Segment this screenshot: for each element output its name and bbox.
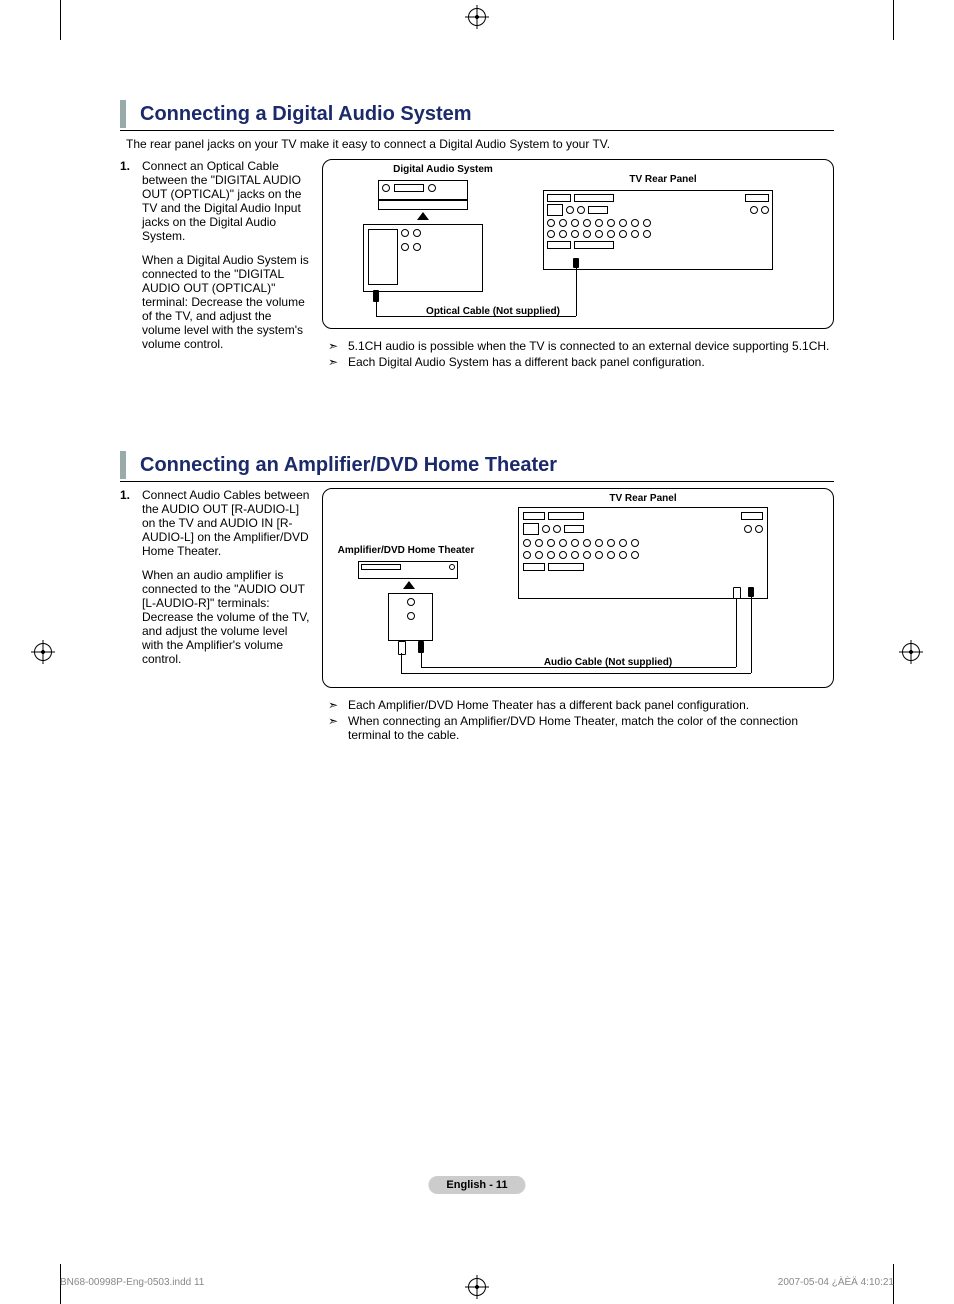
note-arrow-icon: ➣ (328, 339, 342, 353)
registration-mark-icon (34, 643, 52, 661)
registration-mark-icon (902, 643, 920, 661)
cable-plug-icon (373, 290, 379, 302)
page-number-pill: English - 11 (428, 1176, 525, 1194)
cable-plug-white-icon (398, 641, 406, 655)
audio-system-mid-icon (378, 200, 468, 210)
step-item: 1. Connect an Optical Cable between the … (120, 159, 310, 361)
steps-column: 1. Connect Audio Cables between the AUDI… (120, 488, 310, 686)
connection-diagram: Amplifier/DVD Home Theater TV Rear Panel (322, 488, 834, 688)
audio-system-top-icon (378, 180, 468, 200)
note-arrow-icon: ➣ (328, 698, 342, 712)
crop-mark (60, 0, 61, 40)
step-number: 1. (120, 159, 134, 361)
registration-mark-icon (468, 8, 486, 26)
crop-mark (893, 0, 894, 40)
diagram-column: Digital Audio System TV Rear Panel (322, 159, 834, 371)
step-text: Connect an Optical Cable between the "DI… (142, 159, 310, 243)
note-text: 5.1CH audio is possible when the TV is c… (348, 339, 829, 353)
audio-system-rear-icon (363, 224, 483, 292)
section-intro: The rear panel jacks on your TV make it … (126, 137, 834, 151)
note-item: ➣ Each Amplifier/DVD Home Theater has a … (328, 698, 834, 712)
tv-rear-panel-icon (518, 507, 768, 599)
step-text: When an audio amplifier is connected to … (142, 568, 310, 666)
step-item: 1. Connect Audio Cables between the AUDI… (120, 488, 310, 676)
registration-mark-icon (468, 1278, 486, 1296)
diagram-column: Amplifier/DVD Home Theater TV Rear Panel (322, 488, 834, 744)
step-text: When a Digital Audio System is connected… (142, 253, 310, 351)
note-item: ➣ 5.1CH audio is possible when the TV is… (328, 339, 834, 353)
section-digital-audio: Connecting a Digital Audio System The re… (120, 100, 834, 371)
diagram-label: TV Rear Panel (583, 493, 703, 504)
step-text: Connect Audio Cables between the AUDIO O… (142, 488, 310, 558)
arrow-up-icon (403, 581, 415, 589)
diagram-label: Digital Audio System (383, 164, 503, 175)
cable-label: Optical Cable (Not supplied) (413, 306, 573, 317)
heading-rule (120, 130, 834, 131)
section-amplifier: Connecting an Amplifier/DVD Home Theater… (120, 451, 834, 744)
section-heading: Connecting an Amplifier/DVD Home Theater (120, 451, 834, 479)
manual-page: Connecting a Digital Audio System The re… (0, 0, 954, 1304)
footer-filename: BN68-00998P-Eng-0503.indd 11 (60, 1277, 204, 1288)
step-number: 1. (120, 488, 134, 676)
section-heading: Connecting a Digital Audio System (120, 100, 834, 128)
steps-column: 1. Connect an Optical Cable between the … (120, 159, 310, 371)
note-text: Each Amplifier/DVD Home Theater has a di… (348, 698, 749, 712)
notes-block: ➣ Each Amplifier/DVD Home Theater has a … (322, 698, 834, 742)
note-arrow-icon: ➣ (328, 355, 342, 369)
cable-plug-icon (573, 258, 579, 268)
cable-label: Audio Cable (Not supplied) (523, 657, 693, 668)
arrow-up-icon (417, 212, 429, 220)
diagram-label: TV Rear Panel (603, 174, 723, 185)
cable-plug-black-icon (418, 641, 424, 653)
page-content: Connecting a Digital Audio System The re… (120, 100, 834, 744)
amplifier-rear-icon (388, 593, 433, 641)
amplifier-front-icon (358, 561, 458, 579)
note-item: ➣ When connecting an Amplifier/DVD Home … (328, 714, 834, 742)
note-item: ➣ Each Digital Audio System has a differ… (328, 355, 834, 369)
note-arrow-icon: ➣ (328, 714, 342, 742)
note-text: Each Digital Audio System has a differen… (348, 355, 705, 369)
diagram-label: Amplifier/DVD Home Theater (331, 545, 481, 556)
heading-rule (120, 481, 834, 482)
connection-diagram: Digital Audio System TV Rear Panel (322, 159, 834, 329)
cable-plug-white-icon (733, 587, 741, 599)
notes-block: ➣ 5.1CH audio is possible when the TV is… (322, 339, 834, 369)
note-text: When connecting an Amplifier/DVD Home Th… (348, 714, 834, 742)
footer-timestamp: 2007-05-04 ¿ÀÈÄ 4:10:21 (778, 1277, 894, 1288)
cable-plug-black-icon (748, 587, 754, 597)
